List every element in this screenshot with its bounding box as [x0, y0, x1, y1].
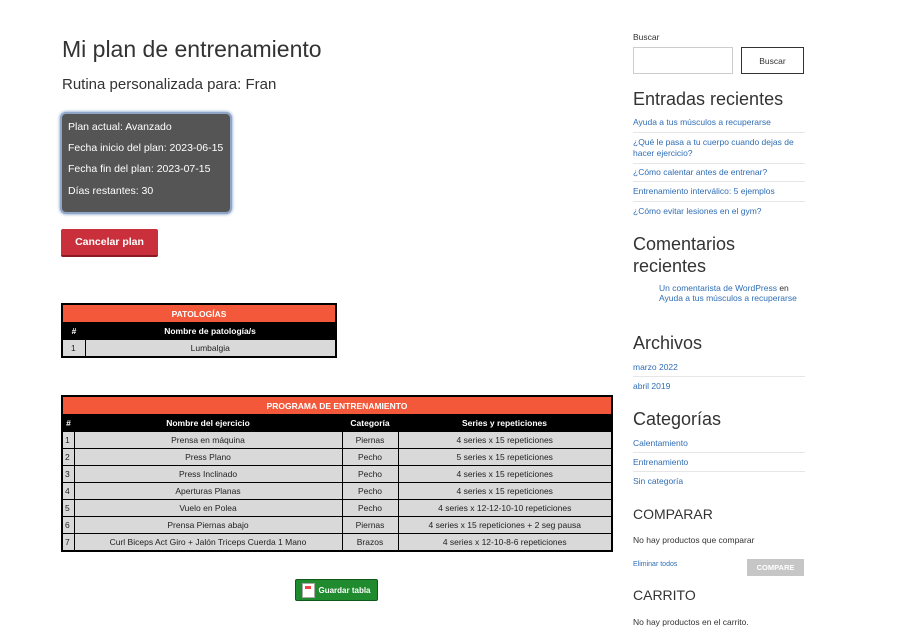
recent-comments-heading-line2: recientes — [633, 256, 707, 276]
table-cell: 4 series x 15 repeticiones + 2 seg pausa — [397, 516, 613, 534]
compare-empty-text: No hay productos que comparar — [633, 535, 755, 545]
cart-heading: CARRITO — [633, 587, 696, 603]
category-link[interactable]: Calentamiento — [633, 438, 805, 449]
save-table-button[interactable]: Guardar tabla — [295, 579, 378, 601]
archive-link[interactable]: abril 2019 — [633, 381, 805, 392]
table-cell: 4 series x 12-12-10-10 repeticiones — [397, 499, 613, 517]
training-program-table: PROGRAMA DE ENTRENAMIENTO # Nombre del e… — [61, 395, 613, 552]
table-cell: Vuelo en Polea — [73, 499, 343, 517]
categories-heading: Categorías — [633, 409, 722, 429]
table-cell: Pecho — [341, 465, 399, 483]
divider — [633, 132, 805, 133]
table-cell: Piernas — [341, 516, 399, 534]
program-table-title: PROGRAMA DE ENTRENAMIENTO — [62, 396, 612, 414]
table-cell: 4 series x 15 repeticiones — [397, 482, 613, 500]
divider — [633, 376, 805, 377]
table-cell: 3 — [61, 465, 75, 483]
plan-end-date: Fecha fin del plan: 2023-07-15 — [68, 163, 211, 175]
table-row: 1 Prensa en máquina Piernas 4 series x 15 r… — [61, 431, 613, 449]
archive-link[interactable]: marzo 2022 — [633, 362, 805, 373]
search-button[interactable]: Buscar — [741, 47, 804, 74]
table-cell: Curl Biceps Act Giro + Jalón Triceps Cue… — [73, 533, 343, 552]
column-header: # — [62, 414, 74, 432]
table-cell: 7 — [61, 533, 75, 552]
comment-post-link[interactable]: Ayuda a tus músculos a recuperarse — [659, 293, 797, 303]
plan-current: Plan actual: Avanzado — [68, 121, 172, 133]
table-row: 2 Press Plano Pecho 5 series x 15 repeticio… — [61, 448, 613, 466]
table-cell: Press Inclinado — [73, 465, 343, 483]
table-row: 6 Prensa Piernas abajo Piernas 4 series x 1… — [61, 516, 613, 534]
cart-empty-text: No hay productos en el carrito. — [633, 617, 749, 627]
compare-clear-link[interactable]: Eliminar todos — [633, 561, 677, 568]
table-row: 7 Curl Biceps Act Giro + Jalón Triceps Cu… — [61, 533, 613, 552]
table-row: 3 Press Inclinado Pecho 4 series x 15 repet… — [61, 465, 613, 483]
table-cell: Pecho — [341, 448, 399, 466]
table-cell: 6 — [61, 516, 75, 534]
table-cell: 5 — [61, 499, 75, 517]
column-header: Nombre del ejercicio — [74, 414, 342, 432]
search-input[interactable] — [633, 47, 733, 74]
save-table-label: Guardar tabla — [318, 585, 371, 595]
table-cell: Prensa Piernas abajo — [73, 516, 343, 534]
recent-comments-heading-line1: Comentarios — [633, 234, 736, 254]
comment-on-text: en — [776, 283, 789, 293]
category-link[interactable]: Sin categoría — [633, 476, 805, 487]
divider — [633, 471, 805, 472]
table-cell: Prensa en máquina — [73, 431, 343, 449]
recent-post-link[interactable]: ¿Qué le pasa a tu cuerpo cuando dejas de… — [633, 137, 805, 159]
recent-post-link[interactable]: Ayuda a tus músculos a recuperarse — [633, 117, 805, 128]
table-cell: 4 series x 15 repeticiones — [397, 465, 613, 483]
pathologies-table: PATOLOGÍAS # Nombre de patología/s 1 Lum… — [61, 303, 337, 358]
archives-heading: Archivos — [633, 333, 703, 353]
column-header: Nombre de patología/s — [85, 322, 336, 340]
recent-posts-heading: Entradas recientes — [633, 89, 784, 109]
search-label: Buscar — [633, 32, 660, 42]
table-row: 1 Lumbalgia — [61, 339, 337, 358]
pathologies-table-title: PATOLOGÍAS — [62, 304, 336, 322]
spreadsheet-icon — [302, 582, 316, 598]
table-cell: Press Plano — [73, 448, 343, 466]
plan-info-box: Plan actual: Avanzado Fecha inicio del p… — [60, 112, 232, 214]
recent-post-link[interactable]: Entrenamiento interválico: 5 ejemplos — [633, 186, 805, 197]
recent-post-link[interactable]: ¿Cómo calentar antes de entrenar? — [633, 167, 805, 178]
category-link[interactable]: Entrenamiento — [633, 457, 805, 468]
plan-remaining-days: Días restantes: 30 — [68, 185, 154, 197]
compare-button[interactable]: COMPARE — [747, 559, 804, 576]
table-cell: 4 series x 15 repeticiones — [397, 431, 613, 449]
divider — [633, 163, 805, 164]
divider — [633, 452, 805, 453]
table-cell: 1 — [61, 339, 86, 358]
column-header: # — [62, 322, 85, 340]
table-cell: Brazos — [341, 533, 399, 552]
table-cell: 2 — [61, 448, 75, 466]
table-cell: 5 series x 15 repeticiones — [397, 448, 613, 466]
table-row: 5 Vuelo en Polea Pecho 4 series x 12-12-10-… — [61, 499, 613, 517]
table-cell: Lumbalgia — [84, 339, 337, 358]
table-cell: Aperturas Planas — [73, 482, 343, 500]
divider — [633, 181, 805, 182]
comment-author-link[interactable]: Un comentarista de WordPress — [659, 283, 777, 293]
column-header: Series y repeticiones — [398, 414, 612, 432]
table-row: 4 Aperturas Planas Pecho 4 series x 15 repe… — [61, 482, 613, 500]
cancel-plan-button[interactable]: Cancelar plan — [61, 229, 158, 257]
plan-start-date: Fecha inicio del plan: 2023-06-15 — [68, 142, 224, 154]
divider — [633, 201, 805, 202]
table-cell: Piernas — [341, 431, 399, 449]
page-subtitle: Rutina personalizada para: Fran — [62, 76, 277, 93]
table-cell: Pecho — [341, 499, 399, 517]
recent-comment: Un comentarista de WordPress en Ayuda a … — [659, 283, 805, 303]
table-cell: 4 series x 12-10-8-6 repeticiones — [397, 533, 613, 552]
recent-post-link[interactable]: ¿Cómo evitar lesiones en el gym? — [633, 206, 805, 217]
recent-comments-heading: Comentarios recientes — [633, 233, 735, 277]
table-cell: 1 — [61, 431, 75, 449]
compare-heading: COMPARAR — [633, 506, 713, 522]
page-title: Mi plan de entrenamiento — [62, 36, 322, 62]
column-header: Categoría — [342, 414, 398, 432]
table-cell: Pecho — [341, 482, 399, 500]
table-cell: 4 — [61, 482, 75, 500]
